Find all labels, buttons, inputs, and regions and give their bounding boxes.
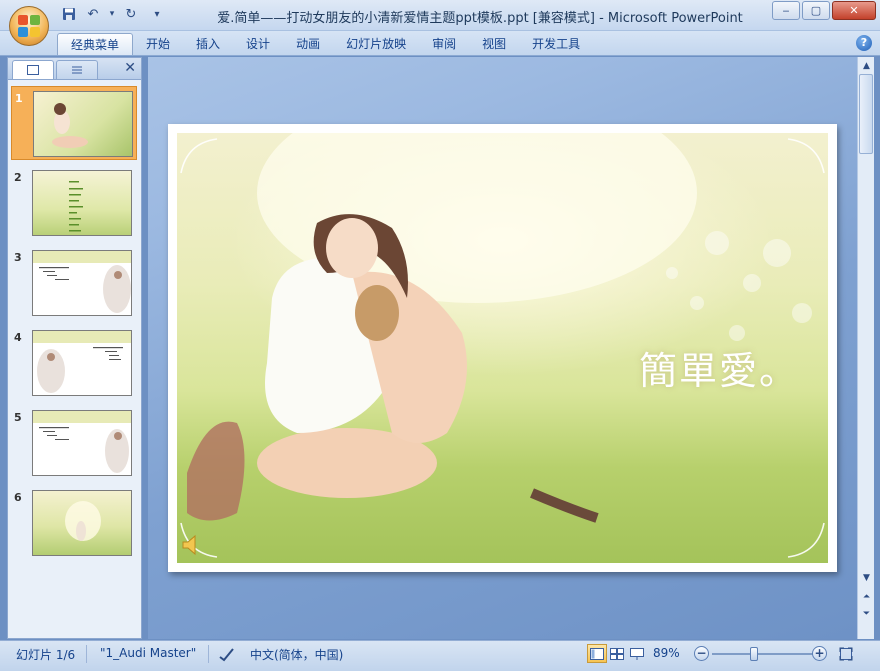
- tab-review[interactable]: 审阅: [419, 33, 469, 55]
- slide-sorter-view-button[interactable]: [607, 644, 627, 663]
- slide-photo: 簡單愛。: [177, 133, 828, 563]
- scroll-down-button[interactable]: ▼: [859, 570, 874, 585]
- theme-name: "1_Audi Master": [100, 646, 197, 660]
- close-icon: ✕: [849, 4, 859, 17]
- slide-number: 2: [14, 171, 22, 184]
- arrow-up-icon: ▲: [863, 60, 870, 71]
- tab-developer[interactable]: 开发工具: [519, 33, 593, 55]
- thumbnail-preview: [33, 331, 131, 393]
- pane-tabs: ✕: [8, 58, 141, 80]
- current-slide[interactable]: 簡單愛。: [168, 124, 837, 572]
- minimize-icon: ‒: [782, 4, 790, 17]
- slides-pane: ✕ 1 2 3 4 5 6: [7, 57, 142, 639]
- office-button[interactable]: [9, 6, 49, 46]
- tab-slides[interactable]: [12, 60, 54, 79]
- tab-home[interactable]: 开始: [133, 33, 183, 55]
- slide-thumbnail-1[interactable]: 1: [11, 86, 137, 160]
- spellcheck-icon[interactable]: [218, 646, 236, 665]
- close-button[interactable]: ✕: [832, 1, 876, 20]
- vertical-scrollbar[interactable]: ▲ ▼ ⏶ ⏷: [857, 57, 874, 639]
- slideshow-view-button[interactable]: [627, 644, 647, 663]
- zoom-level[interactable]: 89%: [653, 646, 680, 660]
- zoom-in-button[interactable]: +: [812, 646, 827, 661]
- maximize-button[interactable]: ▢: [802, 1, 830, 20]
- thumbnail-image: [32, 490, 132, 556]
- close-pane-button[interactable]: ✕: [124, 60, 136, 76]
- slide-number: 4: [14, 331, 22, 344]
- outline-tab-icon: [72, 66, 82, 74]
- maximize-icon: ▢: [810, 4, 822, 17]
- language-indicator[interactable]: 中文(简体，中国): [250, 646, 343, 663]
- slide-title[interactable]: 簡單愛。: [639, 340, 799, 395]
- ribbon: 经典菜单 开始 插入 设计 动画 幻灯片放映 审阅 视图 开发工具 ?: [0, 31, 880, 56]
- fit-to-window-button[interactable]: [836, 644, 856, 663]
- slide-sorter-icon: [610, 647, 624, 660]
- tab-slideshow[interactable]: 幻灯片放映: [333, 33, 419, 55]
- thumbnail-image: [32, 330, 132, 396]
- double-up-icon: ⏶: [862, 591, 871, 602]
- slide-thumbnail-6[interactable]: 6: [11, 486, 137, 560]
- tab-classic-menu[interactable]: 经典菜单: [57, 33, 134, 55]
- window-title: 爱.简单——打动女朋友的小清新爱情主题ppt模板.ppt [兼容模式] - Mi…: [217, 11, 743, 26]
- slide-thumbnail-5[interactable]: 5: [11, 406, 137, 480]
- slide-counter: 幻灯片 1/6: [16, 648, 76, 662]
- normal-view-icon: [590, 647, 604, 660]
- tab-insert[interactable]: 插入: [183, 33, 233, 55]
- thumbnail-image: [33, 91, 133, 157]
- previous-slide-button[interactable]: ⏶: [859, 589, 874, 604]
- tab-animations[interactable]: 动画: [283, 33, 333, 55]
- status-bar: 幻灯片 1/6 "1_Audi Master" 中文(简体，中国) 89% − …: [0, 640, 880, 671]
- close-icon: ✕: [124, 60, 136, 76]
- zoom-out-button[interactable]: −: [694, 646, 709, 661]
- normal-view-button[interactable]: [587, 644, 607, 663]
- slide-thumbnail-4[interactable]: 4: [11, 326, 137, 400]
- slide-number: 6: [14, 491, 22, 504]
- zoom-slider-thumb[interactable]: [750, 647, 758, 661]
- scroll-thumb[interactable]: [859, 74, 873, 154]
- slide-thumbnail-2[interactable]: 2: [11, 166, 137, 240]
- zoom-slider-track[interactable]: [712, 653, 814, 655]
- divider: [208, 645, 209, 663]
- thumbnail-preview: [65, 501, 101, 541]
- tab-view[interactable]: 视图: [469, 33, 519, 55]
- slides-tab-icon: [27, 65, 39, 75]
- thumbnail-preview: [52, 103, 88, 148]
- thumbnail-image: [32, 170, 132, 236]
- tab-outline[interactable]: [56, 60, 98, 79]
- slide-number: 3: [14, 251, 22, 264]
- tab-design[interactable]: 设计: [233, 33, 283, 55]
- thumbnail-image: [32, 410, 132, 476]
- office-logo-icon: [18, 15, 40, 37]
- minimize-button[interactable]: ‒: [772, 1, 800, 20]
- scroll-up-button[interactable]: ▲: [859, 58, 874, 73]
- thumbnail-preview: [33, 251, 131, 313]
- title-bar: ↶ ▾ ↻ ▾ 爱.简单——打动女朋友的小清新爱情主题ppt模板.ppt [兼容…: [0, 0, 880, 46]
- double-down-icon: ⏷: [862, 608, 871, 619]
- help-icon[interactable]: ?: [856, 35, 872, 51]
- slide-number: 5: [14, 411, 22, 424]
- slide-number: 1: [15, 92, 23, 105]
- sound-icon[interactable]: [180, 534, 204, 556]
- fit-window-icon: [839, 647, 853, 660]
- ribbon-tabs: 经典菜单 开始 插入 设计 动画 幻灯片放映 审阅 视图 开发工具: [57, 33, 593, 55]
- thumbnail-preview: [69, 181, 83, 232]
- arrow-down-icon: ▼: [863, 572, 870, 583]
- divider: [86, 645, 87, 663]
- spellcheck-glyph: [219, 648, 234, 662]
- thumbnail-preview: [33, 411, 131, 473]
- next-slide-button[interactable]: ⏷: [859, 606, 874, 621]
- window-controls: ‒ ▢ ✕: [772, 1, 876, 20]
- thumbnail-image: [32, 250, 132, 316]
- slideshow-icon: [630, 647, 644, 660]
- slide-thumbnail-3[interactable]: 3: [11, 246, 137, 320]
- slide-thumbnails: 1 2 3 4 5 6: [8, 80, 141, 638]
